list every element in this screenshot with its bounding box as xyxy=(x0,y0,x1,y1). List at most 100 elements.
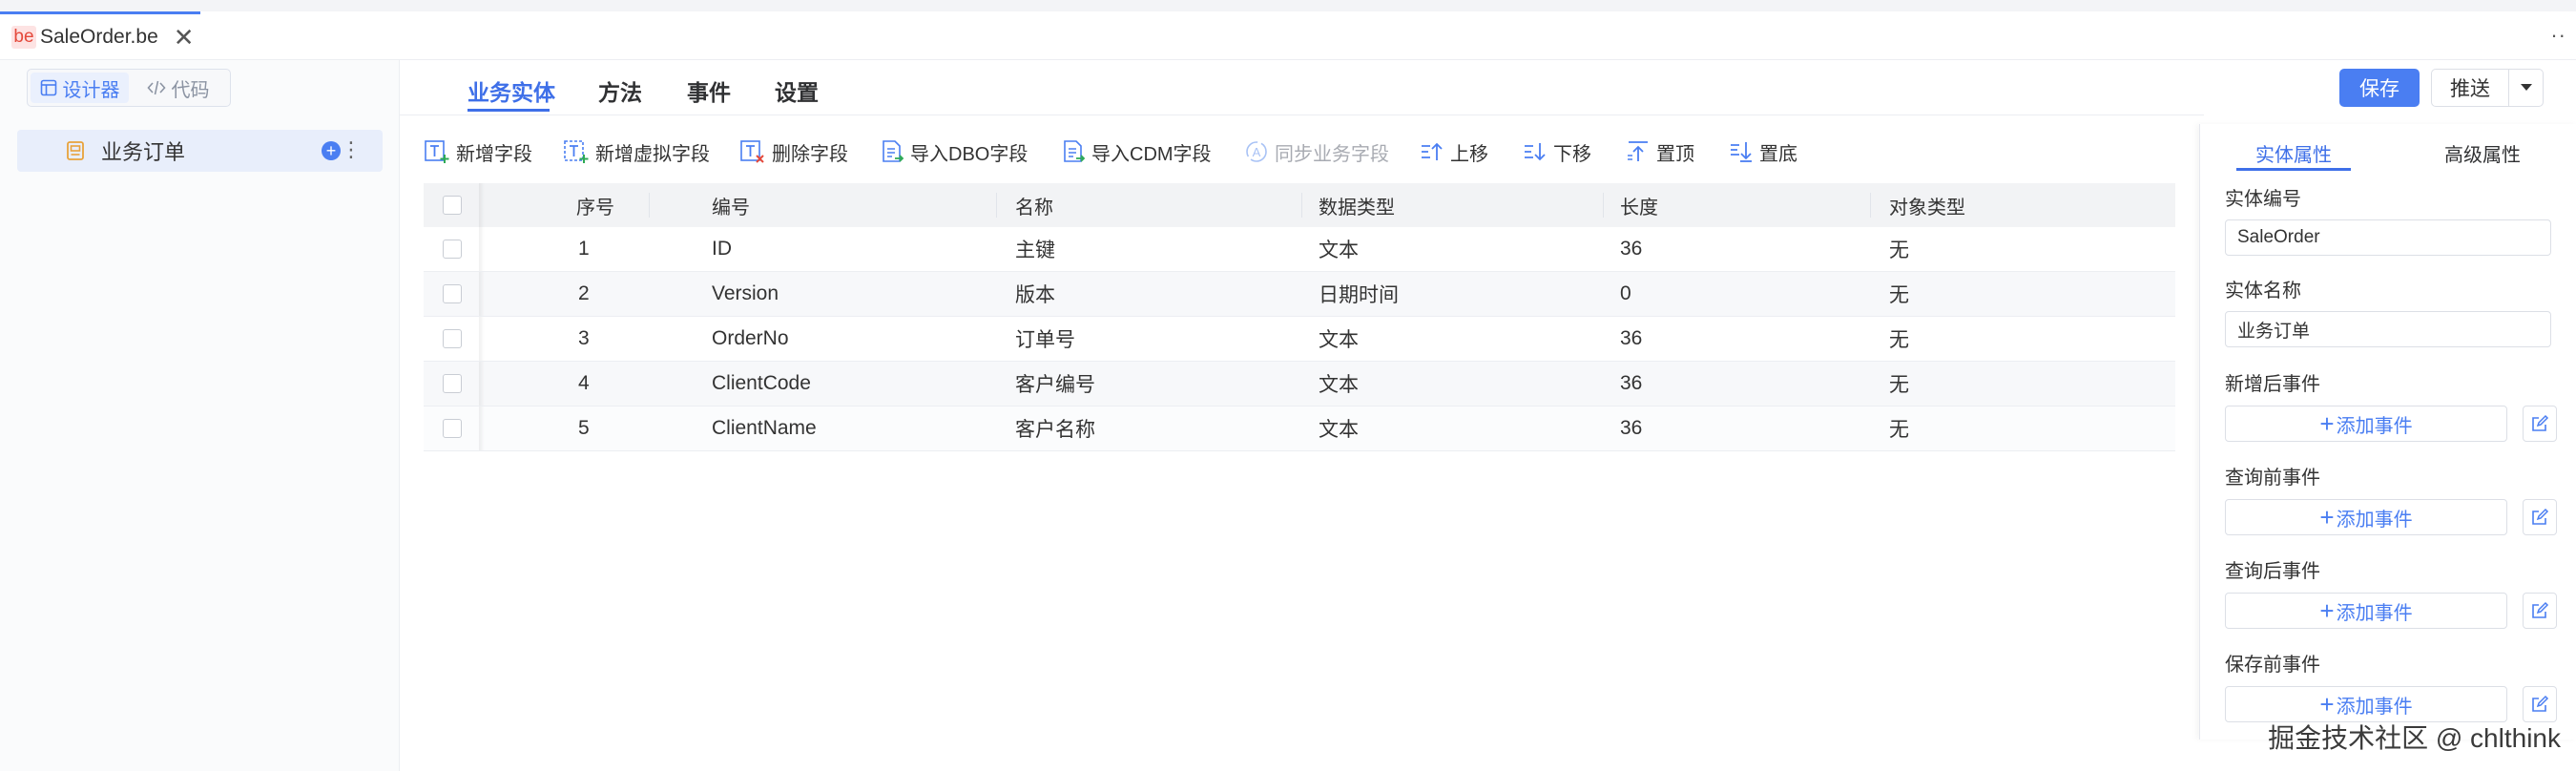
column-header: 名称 xyxy=(1015,197,1053,219)
select-all-checkbox[interactable] xyxy=(443,196,462,215)
cell-code: ID xyxy=(712,238,732,260)
cell-length: 36 xyxy=(1620,372,1643,394)
be-file-icon: be xyxy=(11,25,36,49)
before-save-event-label: 保存前事件 xyxy=(2225,655,2320,676)
delete-field-button[interactable]: 删除字段 xyxy=(739,135,848,168)
move-bottom-icon xyxy=(1731,142,1752,162)
edit-event-button[interactable] xyxy=(2523,406,2557,442)
column-separator[interactable] xyxy=(649,193,650,218)
push-label: 推送 xyxy=(2450,78,2490,100)
move-down-button[interactable]: 下移 xyxy=(1523,135,1591,168)
cell-index: 4 xyxy=(578,372,590,394)
code-view-button[interactable]: 代码 xyxy=(129,73,227,103)
row-checkbox[interactable] xyxy=(443,374,462,393)
cell-length: 36 xyxy=(1620,417,1643,439)
layout-icon xyxy=(40,79,56,96)
add-field-icon xyxy=(425,140,449,163)
add-event-button[interactable]: + 添加事件 xyxy=(2225,406,2507,442)
cell-index: 3 xyxy=(578,327,590,349)
before-query-event-label: 查询前事件 xyxy=(2225,468,2320,489)
row-checkbox[interactable] xyxy=(443,284,462,303)
entity-code-input[interactable] xyxy=(2225,219,2551,256)
table-row[interactable]: 1 ID 主键 文本 36 无 xyxy=(424,227,2175,272)
file-tab[interactable]: be SaleOrder.be ✕ xyxy=(0,11,200,59)
frozen-column-shadow xyxy=(479,272,485,316)
move-top-button[interactable]: 置顶 xyxy=(1626,135,1694,168)
cell-code: Version xyxy=(712,282,779,304)
table-row[interactable]: 5 ClientName 客户名称 文本 36 无 xyxy=(424,406,2175,451)
cell-object-type: 无 xyxy=(1889,284,1909,306)
delete-field-label: 删除字段 xyxy=(772,143,848,165)
move-bottom-button[interactable]: 置底 xyxy=(1729,135,1797,168)
push-dropdown-toggle[interactable] xyxy=(2508,70,2543,106)
import-dbo-icon xyxy=(883,140,904,162)
tab-events[interactable]: 事件 xyxy=(687,74,731,107)
designer-view-button[interactable]: 设计器 xyxy=(31,73,129,103)
add-field-button[interactable]: 新增字段 xyxy=(424,135,532,168)
sync-business-field-button[interactable]: A 同步业务字段 xyxy=(1244,135,1389,168)
after-create-event-label: 新增后事件 xyxy=(2225,374,2320,395)
after-query-event-label: 查询后事件 xyxy=(2225,561,2320,582)
svg-text:A: A xyxy=(1253,145,1261,159)
entity-name-input[interactable] xyxy=(2225,311,2551,347)
sync-icon: A xyxy=(1246,141,1267,162)
frozen-column-shadow xyxy=(479,362,485,406)
edit-event-button[interactable] xyxy=(2523,499,2557,535)
more-vertical-icon[interactable]: ⋮ xyxy=(341,135,362,164)
watermark-text: 掘金技术社区 @ chlthink xyxy=(2268,723,2561,753)
more-icon[interactable]: ·· xyxy=(2550,23,2566,48)
tab-entity-properties[interactable]: 实体属性 xyxy=(2255,139,2332,167)
table-row[interactable]: 3 OrderNo 订单号 文本 36 无 xyxy=(424,317,2175,362)
tab-business-entity[interactable]: 业务实体 xyxy=(467,74,555,107)
column-separator[interactable] xyxy=(1870,193,1871,218)
cell-object-type: 无 xyxy=(1889,240,1909,261)
code-label: 代码 xyxy=(171,79,210,101)
tab-settings[interactable]: 设置 xyxy=(775,74,819,107)
column-header: 长度 xyxy=(1620,197,1658,219)
cell-index: 5 xyxy=(578,417,590,439)
move-up-button[interactable]: 上移 xyxy=(1420,135,1488,168)
table-row[interactable]: 4 ClientCode 客户编号 文本 36 无 xyxy=(424,362,2175,406)
code-icon xyxy=(146,80,166,95)
import-cdm-button[interactable]: 导入CDM字段 xyxy=(1061,135,1212,168)
move-down-label: 下移 xyxy=(1553,143,1591,165)
delete-field-icon xyxy=(740,140,764,163)
push-button[interactable]: 推送 xyxy=(2431,69,2544,107)
table-row[interactable]: 2 Version 版本 日期时间 0 无 xyxy=(424,272,2175,317)
caret-down-icon xyxy=(2520,84,2532,91)
frozen-column-shadow xyxy=(479,227,485,271)
editor-tab-bar xyxy=(0,11,2576,60)
import-dbo-button[interactable]: 导入DBO字段 xyxy=(880,135,1028,168)
column-header: 编号 xyxy=(712,197,750,219)
close-icon[interactable]: ✕ xyxy=(174,25,195,50)
add-child-icon[interactable]: + xyxy=(322,141,341,160)
add-virtual-field-icon xyxy=(564,140,589,163)
column-separator[interactable] xyxy=(996,193,997,218)
row-checkbox[interactable] xyxy=(443,240,462,259)
tree-item-sale-order[interactable]: 业务订单 + ⋮ xyxy=(17,130,383,172)
add-virtual-field-button[interactable]: 新增虚拟字段 xyxy=(563,135,710,168)
edit-icon xyxy=(2532,508,2549,525)
cell-datatype: 文本 xyxy=(1319,419,1359,441)
edit-icon xyxy=(2532,695,2549,712)
tab-advanced-properties[interactable]: 高级属性 xyxy=(2444,139,2521,167)
move-up-icon xyxy=(1422,142,1443,160)
frozen-column-shadow xyxy=(479,183,485,227)
edit-event-button[interactable] xyxy=(2523,593,2557,629)
cell-length: 36 xyxy=(1620,327,1643,349)
column-separator[interactable] xyxy=(1301,193,1302,218)
import-cdm-label: 导入CDM字段 xyxy=(1091,143,1212,165)
row-checkbox[interactable] xyxy=(443,419,462,438)
save-button[interactable]: 保存 xyxy=(2339,69,2420,107)
cell-object-type: 无 xyxy=(1889,329,1909,351)
add-event-button[interactable]: + 添加事件 xyxy=(2225,593,2507,629)
field-grid: 序号 编号 名称 数据类型 长度 对象类型 1 ID 主键 文本 36 无 2 … xyxy=(424,183,2175,451)
add-event-button[interactable]: + 添加事件 xyxy=(2225,499,2507,535)
active-property-tab-indicator xyxy=(2236,168,2351,171)
row-checkbox[interactable] xyxy=(443,329,462,348)
file-tab-name: SaleOrder.be xyxy=(40,25,158,48)
plus-icon: + xyxy=(2319,596,2335,625)
column-header: 数据类型 xyxy=(1319,197,1395,219)
tab-methods[interactable]: 方法 xyxy=(598,74,642,107)
column-separator[interactable] xyxy=(1603,193,1604,218)
